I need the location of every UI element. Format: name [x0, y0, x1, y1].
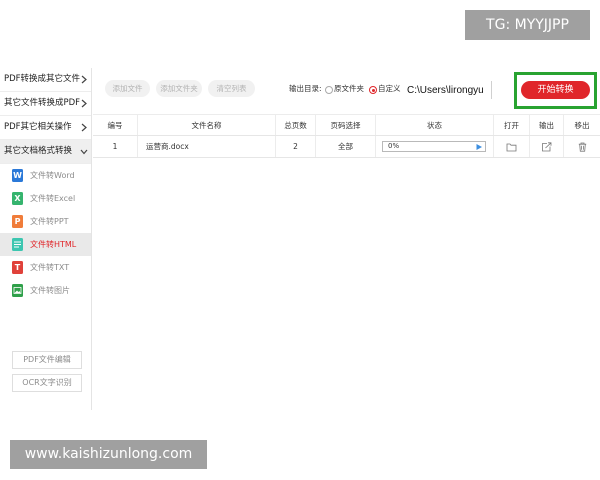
- radio-custom[interactable]: [369, 86, 377, 94]
- cell-page-range[interactable]: 全部: [316, 136, 376, 157]
- sidebar-category-pdf-tools[interactable]: PDF其它相关操作: [0, 116, 91, 140]
- export-icon[interactable]: [541, 141, 552, 152]
- cell-output: [530, 136, 564, 157]
- sidebar-item-excel[interactable]: X 文件转Excel: [0, 187, 91, 210]
- sidebar-item-word[interactable]: W 文件转Word: [0, 164, 91, 187]
- cell-total-pages: 2: [276, 136, 316, 157]
- cell-status: 0%: [376, 136, 494, 157]
- watermark-top: TG: MYYJJPP: [465, 10, 590, 40]
- cell-file-name: 运营商.docx: [138, 136, 276, 157]
- column-header-remove: 移出: [574, 120, 590, 130]
- add-folder-button[interactable]: 添加文件夹: [156, 80, 202, 97]
- column-header-output: 输出: [530, 115, 564, 135]
- word-icon: W: [12, 169, 23, 182]
- image-icon: [12, 284, 23, 297]
- sidebar-item-label: 文件转PPT: [30, 217, 69, 226]
- word-icon-letter: W: [13, 171, 22, 180]
- column-header-page-range: 页码选择: [316, 115, 376, 135]
- sidebar-item-ppt[interactable]: P 文件转PPT: [0, 210, 91, 233]
- radio-original-folder[interactable]: [325, 86, 333, 94]
- chevron-right-icon: [81, 99, 87, 108]
- cell-remove: [564, 136, 600, 157]
- txt-icon-letter: T: [14, 263, 21, 272]
- ppt-icon: P: [12, 215, 23, 228]
- sidebar-item-label: 文件转Excel: [30, 194, 76, 203]
- column-header-file-name: 文件名称: [138, 115, 276, 135]
- file-table: 编号 文件名称 总页数 页码选择 状态 打开 输出 移出 1 运营商.docx …: [93, 114, 600, 158]
- trash-icon[interactable]: [577, 142, 588, 152]
- chevron-right-icon: [81, 123, 87, 132]
- column-header-open: 打开: [494, 115, 530, 135]
- sidebar-category-label: PDF其它相关操作: [4, 122, 72, 132]
- add-file-button[interactable]: 添加文件: [105, 80, 150, 97]
- output-path-field[interactable]: [405, 81, 492, 99]
- table-header: 编号 文件名称 总页数 页码选择 状态 打开 输出 移出: [93, 114, 600, 136]
- output-dir-label: 输出目录:: [289, 84, 322, 93]
- sidebar-item-html[interactable]: 文件转HTML: [0, 233, 91, 256]
- cell-index: 1: [93, 136, 138, 157]
- cell-open: [494, 136, 530, 157]
- radio-original-folder-label[interactable]: 原文件夹: [334, 84, 364, 94]
- start-convert-button[interactable]: 开始转换: [521, 81, 590, 99]
- radio-custom-label[interactable]: 自定义: [378, 84, 401, 94]
- folder-icon[interactable]: [506, 142, 517, 152]
- txt-icon: T: [12, 261, 23, 274]
- excel-icon: X: [12, 192, 23, 205]
- sidebar-item-image[interactable]: 文件转图片: [0, 279, 91, 302]
- excel-icon-letter: X: [14, 194, 21, 203]
- chevron-down-icon: [80, 149, 88, 155]
- sidebar-category-format-convert[interactable]: 其它文档格式转换: [0, 140, 91, 164]
- sidebar-item-label: 文件转图片: [30, 286, 70, 295]
- sidebar-item-label: 文件转Word: [30, 171, 75, 180]
- sidebar-item-txt[interactable]: T 文件转TXT: [0, 256, 91, 279]
- html-icon: [12, 238, 23, 251]
- sidebar-item-label: 文件转TXT: [30, 263, 70, 272]
- ocr-button[interactable]: OCR文字识别: [12, 374, 82, 392]
- progress-text: 0%: [388, 142, 400, 150]
- pdf-edit-button[interactable]: PDF文件编辑: [12, 351, 82, 369]
- watermark-bottom: www.kaishizunlong.com: [10, 440, 207, 469]
- column-header-index: 编号: [93, 115, 138, 135]
- sidebar-category-label: PDF转换成其它文件: [4, 74, 81, 84]
- table-row[interactable]: 1 运营商.docx 2 全部 0%: [93, 136, 600, 158]
- sidebar: PDF转换成其它文件 其它文件转换成PDF PDF其它相关操作 其它文档格式转换…: [0, 68, 92, 410]
- clear-list-button[interactable]: 清空列表: [208, 80, 255, 97]
- sidebar-category-pdf-to-other[interactable]: PDF转换成其它文件: [0, 68, 91, 92]
- progress-bar: 0%: [382, 141, 486, 152]
- column-header-status: 状态: [376, 115, 494, 135]
- column-header-total-pages: 总页数: [276, 115, 316, 135]
- chevron-right-icon: [81, 75, 87, 84]
- sidebar-item-label: 文件转HTML: [30, 240, 77, 249]
- play-icon[interactable]: [476, 143, 482, 150]
- ppt-icon-letter: P: [14, 217, 21, 226]
- sidebar-category-label: 其它文件转换成PDF: [4, 98, 81, 108]
- sidebar-category-other-to-pdf[interactable]: 其它文件转换成PDF: [0, 92, 91, 116]
- sidebar-category-label: 其它文档格式转换: [4, 146, 73, 156]
